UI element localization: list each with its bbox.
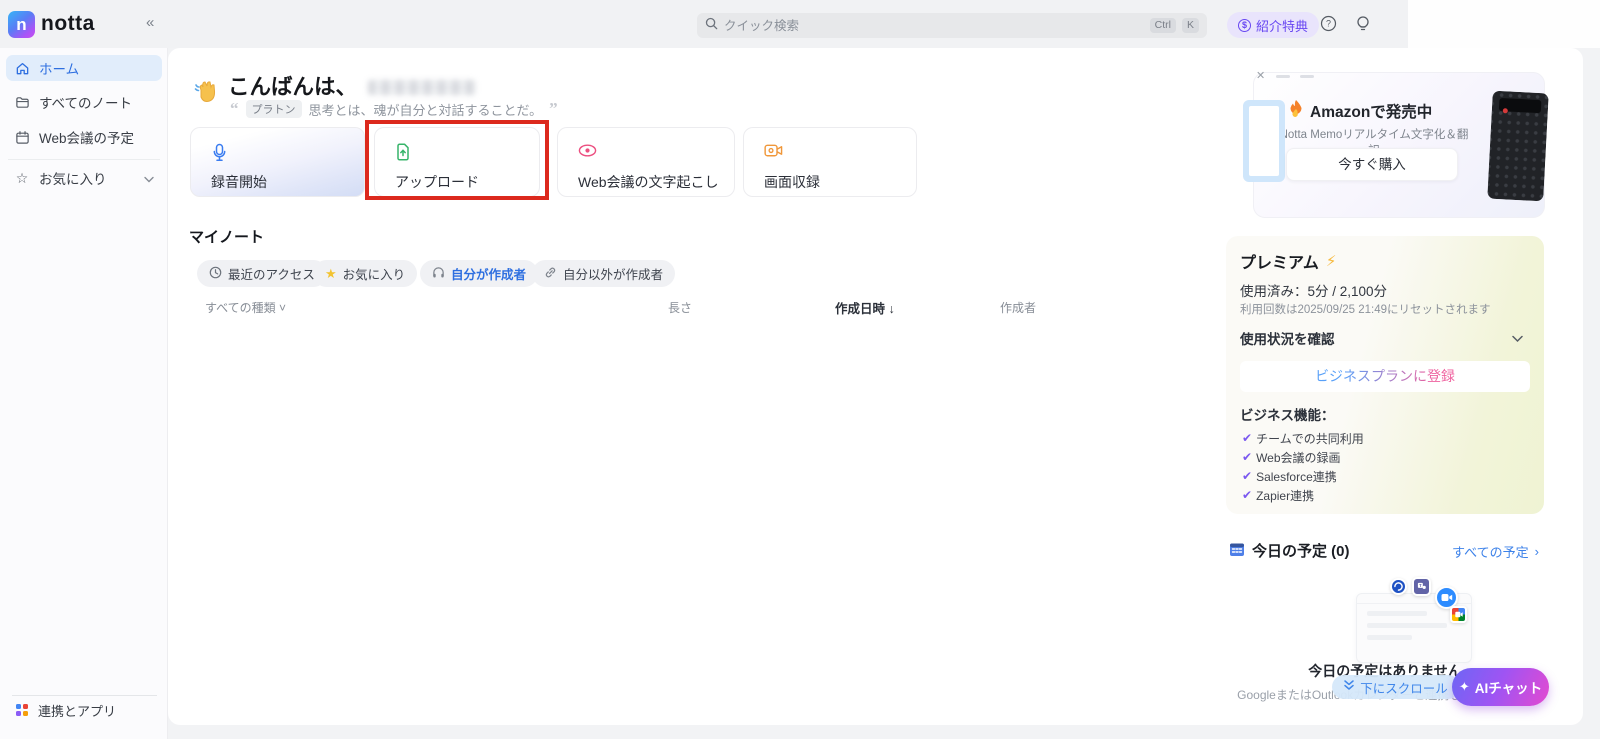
highlight-annotation-box [365,120,549,200]
google-meet-icon [1450,606,1467,623]
referral-bonus-button[interactable]: $ 紹介特典 [1227,12,1319,38]
clock-icon [209,266,222,282]
business-features-title: ビジネス機能： [1240,404,1335,424]
shortcut-ctrl-key: Ctrl [1150,18,1176,33]
daily-quote: “ プラトン 思考とは、魂が自分と対話することだ。 ” [230,99,558,119]
filter-recent-access[interactable]: 最近のアクセス [197,260,327,287]
all-schedule-link[interactable]: すべての予定› [1452,542,1539,561]
premium-title: プレミアム⚡ [1240,249,1336,273]
notes-folder-icon [14,95,30,110]
ai-chat-button[interactable]: ✦ AIチャット [1452,668,1549,706]
teams-icon: T [1412,577,1431,596]
sidebar-divider [8,159,160,160]
feature-item: ✔Web会議の録画 [1242,449,1341,465]
microphone-icon [211,143,228,167]
check-icon: ✔ [1242,469,1252,483]
fire-icon [1288,99,1304,118]
quote-close-icon: ” [549,99,558,119]
chevron-right-icon: › [1535,544,1539,559]
check-icon: ✔ [1242,450,1252,464]
start-recording-card[interactable]: 録音開始 [190,127,365,197]
chevron-down-icon[interactable] [1512,330,1523,348]
my-notes-title: マイノート [189,226,264,247]
sidebar-collapse-button[interactable]: « [146,14,154,31]
headphones-icon [432,266,445,282]
sparkle-icon: ✦ [1459,679,1470,695]
screen-record-icon [764,143,783,163]
search-icon [705,17,718,35]
help-icon[interactable]: ? [1320,15,1337,37]
header-bar-right [1408,0,1600,48]
today-schedule-title: 今日の予定 (0) [1252,540,1350,561]
screen-record-card[interactable]: 画面収録 [743,127,917,197]
sidebar-bottom-divider [12,695,157,696]
calendar-icon [1229,541,1245,562]
usage-status-toggle[interactable]: 使用状況を確認 [1240,328,1335,348]
brand-name: notta [41,12,95,36]
zap-icon: ⚡ [1326,252,1337,270]
coin-icon: $ [1238,19,1251,32]
promo-decoration-dash [1276,75,1290,78]
notta-memo-device-image [1487,91,1549,202]
column-creator: 作成者 [1000,299,1036,316]
qr-code [1243,100,1285,182]
webex-icon [1390,578,1407,595]
feature-item: ✔チームでの共同利用 [1242,430,1364,446]
quote-open-icon: “ [230,99,239,119]
shortcut-k-key: K [1182,18,1199,33]
meeting-transcription-card[interactable]: Web会議の文字起こし [557,127,735,197]
feature-item: ✔Zapier連携 [1242,487,1314,503]
close-icon[interactable]: ✕ [1256,69,1265,82]
star-outline-icon: ☆ [14,170,30,187]
buy-now-button[interactable]: 今すぐ購入 [1286,148,1458,181]
double-chevron-down-icon [1344,680,1354,694]
quote-text: 思考とは、魂が自分と対話することだ。 [309,100,543,119]
web-meeting-icon [578,143,597,163]
blurred-username [368,80,476,95]
sidebar [0,48,168,739]
scroll-down-button[interactable]: 下にスクロール [1332,675,1460,699]
lightbulb-icon[interactable] [1355,15,1371,38]
quote-author-badge: プラトン [246,100,302,118]
search-field[interactable] [724,19,1144,33]
check-icon: ✔ [1242,431,1252,445]
usage-text: 使用済み：5分 / 2,100分 [1240,280,1387,300]
home-icon [14,61,30,76]
sidebar-item-all-notes[interactable]: すべてのノート [6,89,162,115]
column-created-at[interactable]: 作成日時 ↓ [835,298,895,317]
usage-reset-note: 利用回数は2025/09/25 21:49にリセットされます [1240,301,1491,317]
greeting-text: こんばんは、 [228,70,357,101]
chevron-down-icon[interactable] [144,171,154,186]
quick-search-input[interactable]: Ctrl K [697,13,1207,38]
star-icon: ★ [325,266,337,282]
filter-created-by-others[interactable]: 自分以外が作成者 [532,260,675,287]
column-length: 長さ [668,299,692,316]
waving-hand-icon [192,76,222,106]
sort-down-icon: ↓ [889,302,895,316]
sidebar-item-meeting-schedule[interactable]: Web会議の予定 [6,124,162,150]
business-plan-signup-button[interactable]: ビジネスプランに登録 [1240,361,1530,392]
sidebar-item-home[interactable]: ホーム [6,55,162,81]
calendar-icon [14,130,30,145]
sidebar-item-favorites[interactable]: ☆ お気に入り [6,165,162,191]
sidebar-item-integrations-apps[interactable]: 連携とアプリ [10,697,160,723]
filter-created-by-me[interactable]: 自分が作成者 [420,260,538,287]
feature-item: ✔Salesforce連携 [1242,468,1337,484]
filter-favorites[interactable]: ★ お気に入り [313,260,417,287]
link-icon [544,266,557,282]
notta-logo-icon[interactable]: n [8,11,35,38]
promo-title: Amazonで発売中 [1310,100,1432,122]
promo-decoration-dash [1300,75,1314,78]
apps-grid-icon [16,704,28,716]
check-icon: ✔ [1242,488,1252,502]
type-filter-dropdown[interactable]: すべての種類 ˅ [205,299,286,316]
svg-text:?: ? [1326,19,1331,29]
